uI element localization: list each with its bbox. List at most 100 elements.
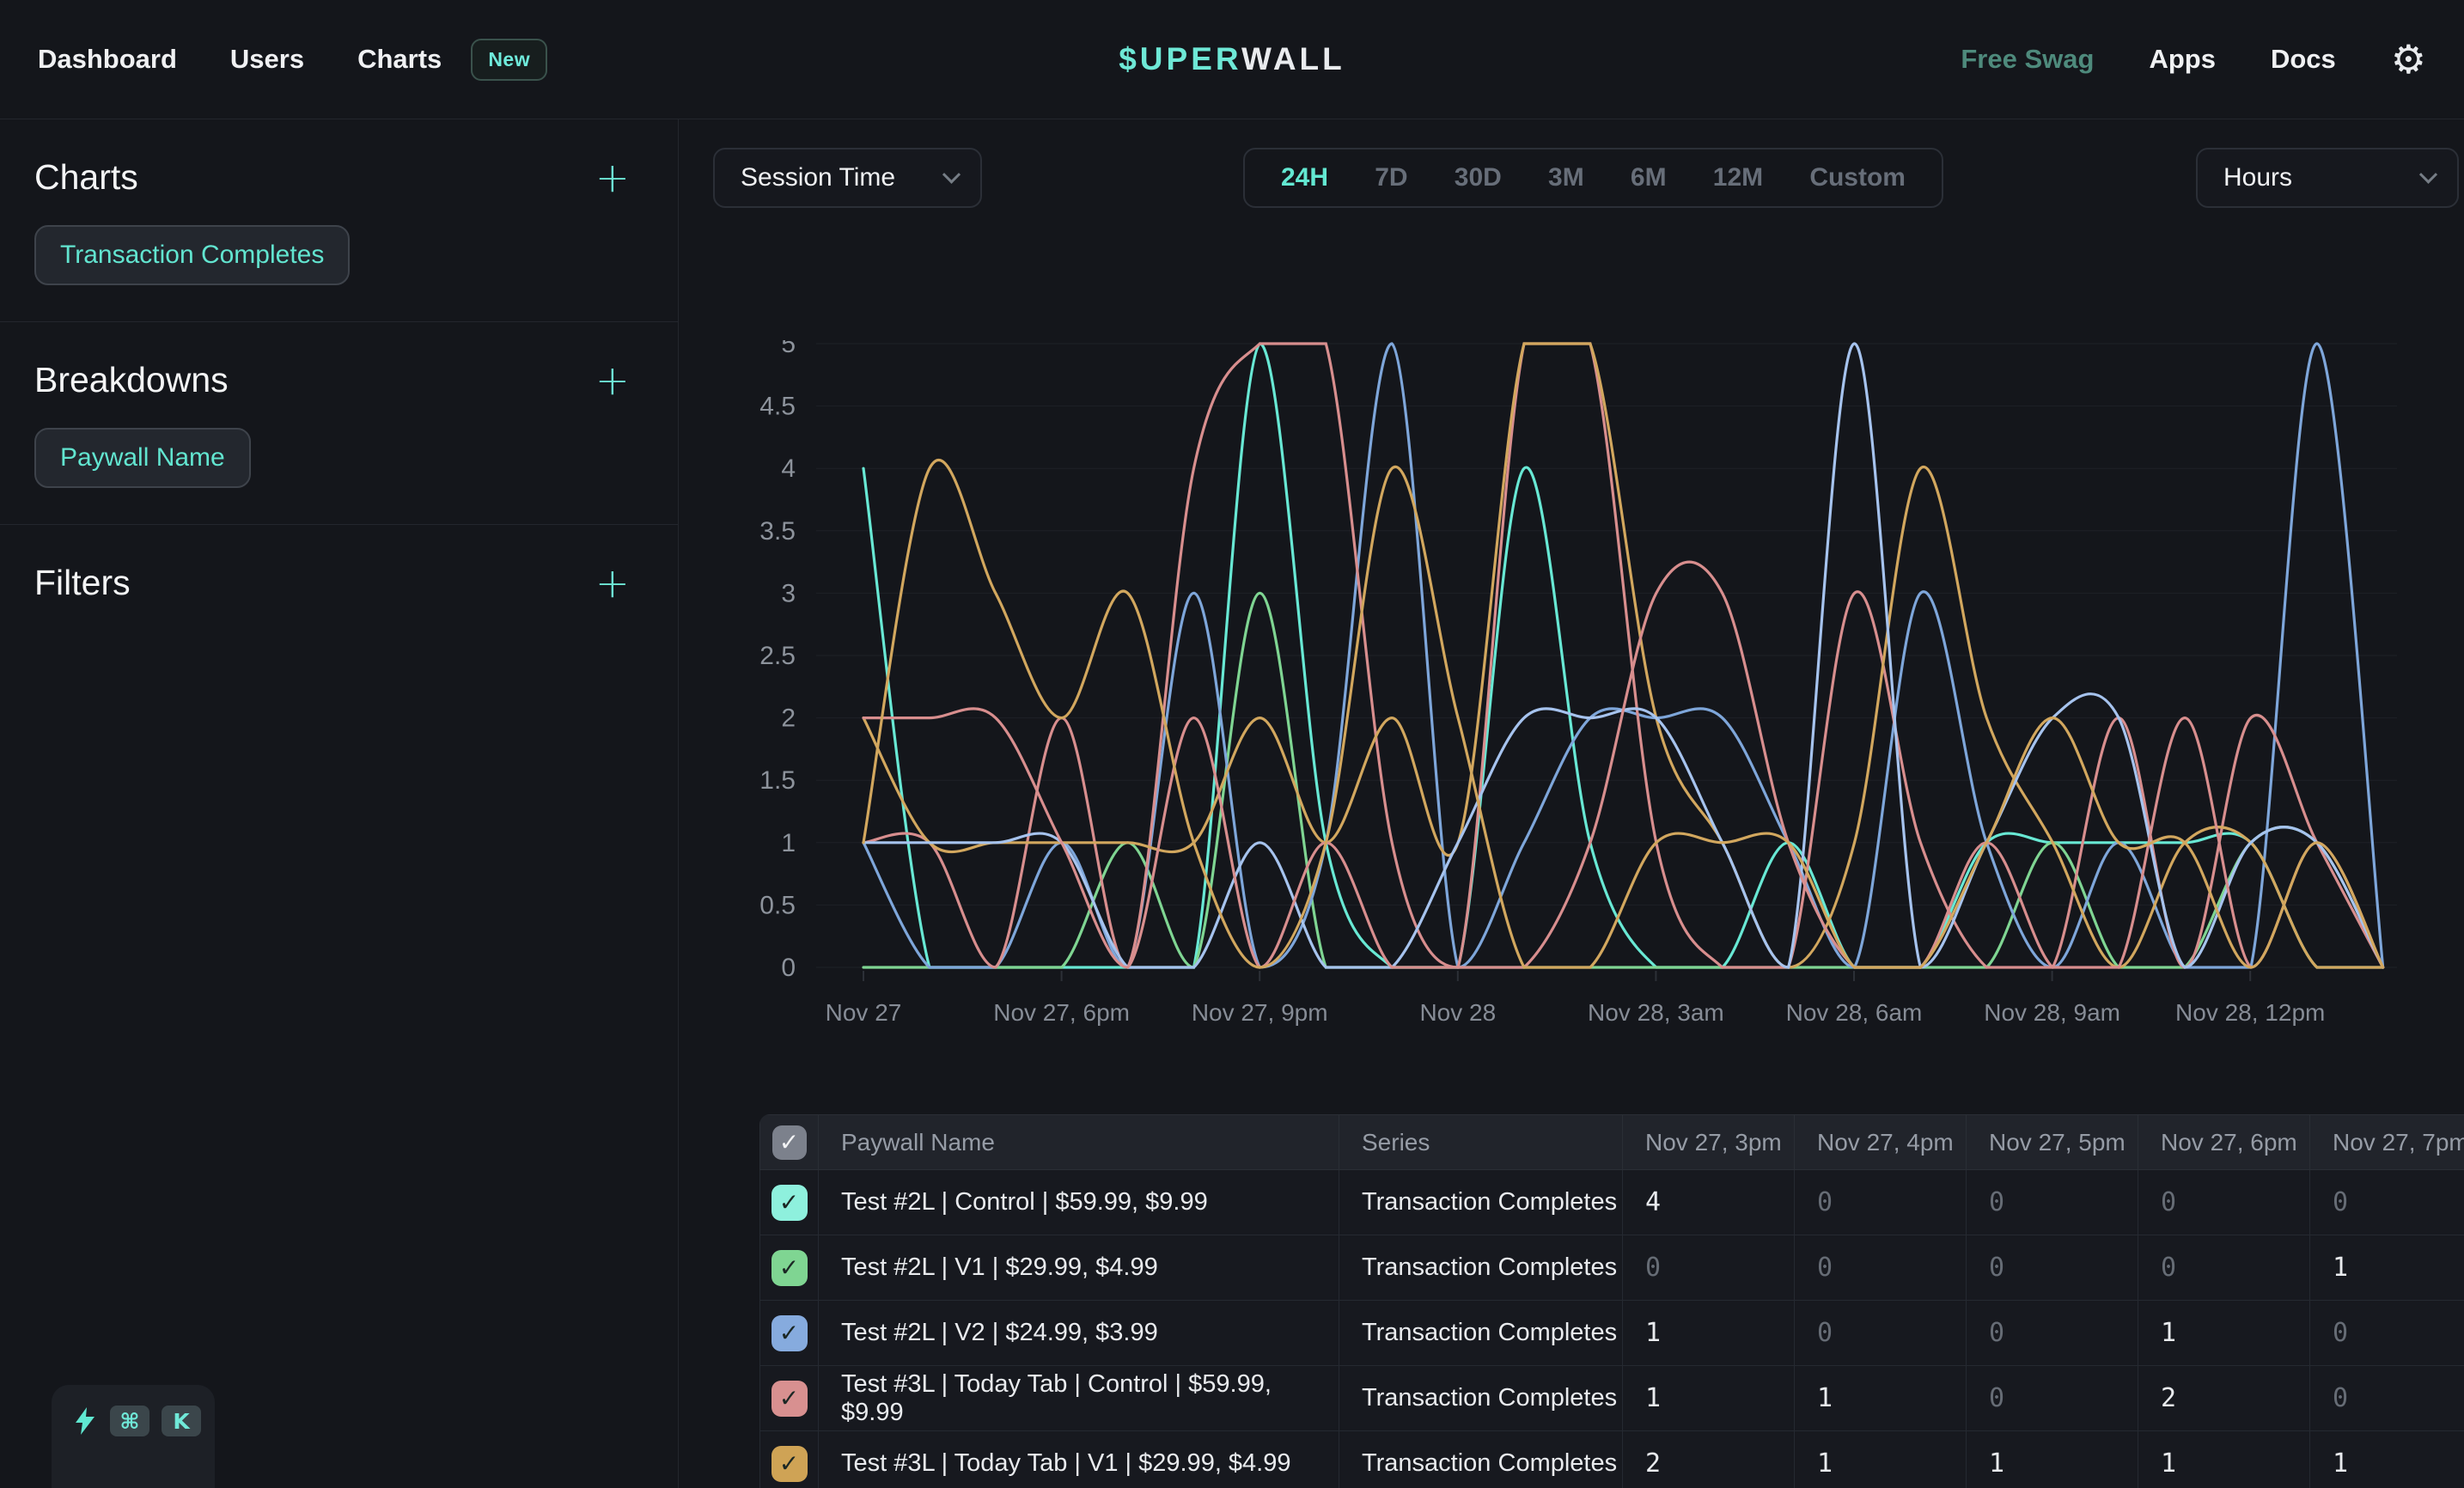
nav-right-group: Free Swag Apps Docs ⚙ xyxy=(1961,40,2426,79)
svg-text:3: 3 xyxy=(781,579,796,607)
series-cell: Transaction Completes xyxy=(1339,1301,1623,1366)
svg-text:1.5: 1.5 xyxy=(759,766,796,795)
nav-item-free-swag[interactable]: Free Swag xyxy=(1961,44,2094,75)
sidebar-section-filters: Filters + xyxy=(0,525,678,641)
paywall-name-cell: Test #2L | V2 | $24.99, $3.99 xyxy=(819,1301,1339,1366)
svg-text:4: 4 xyxy=(781,454,796,483)
value-cell: 0 xyxy=(1967,1366,2138,1431)
nav-item-users[interactable]: Users xyxy=(230,44,304,75)
value-cell: 0 xyxy=(1967,1235,2138,1301)
logo-rest-text: WALL xyxy=(1241,41,1345,76)
svg-text:4.5: 4.5 xyxy=(759,393,796,421)
k-key: K xyxy=(162,1406,201,1436)
row-checkbox[interactable]: ✓ xyxy=(772,1381,808,1417)
tab-7d[interactable]: 7D xyxy=(1375,163,1407,192)
svg-text:Nov 27, 6pm: Nov 27, 6pm xyxy=(993,999,1130,1026)
sidebar-section-breakdowns: Breakdowns + Paywall Name xyxy=(0,322,678,524)
top-nav: Dashboard Users Charts New $UPERWALL Fre… xyxy=(0,0,2464,119)
interval-select[interactable]: Hours xyxy=(2196,148,2459,208)
nav-left-group: Dashboard Users Charts New xyxy=(38,39,547,81)
breakdowns-section-title: Breakdowns xyxy=(34,360,229,400)
svg-text:3.5: 3.5 xyxy=(759,517,796,546)
value-cell: 0 xyxy=(1795,1235,1967,1301)
row-checkbox[interactable]: ✓ xyxy=(772,1315,808,1351)
svg-text:1: 1 xyxy=(781,829,796,857)
value-cell: 0 xyxy=(2310,1170,2464,1235)
value-cell: 0 xyxy=(1623,1235,1795,1301)
chip-transaction-completes[interactable]: Transaction Completes xyxy=(34,225,350,285)
svg-text:Nov 28, 9am: Nov 28, 9am xyxy=(1984,999,2120,1026)
column-header-paywall-name: Paywall Name xyxy=(819,1115,1339,1170)
value-cell: 2 xyxy=(2138,1366,2310,1431)
table-row: ✓ Test #3L | Today Tab | Control | $59.9… xyxy=(760,1366,2464,1431)
new-badge: New xyxy=(471,39,547,81)
series-cell: Transaction Completes xyxy=(1339,1431,1623,1488)
superwall-logo[interactable]: $UPERWALL xyxy=(1119,41,1345,77)
value-cell: 0 xyxy=(2310,1301,2464,1366)
row-checkbox[interactable]: ✓ xyxy=(772,1185,808,1221)
check-icon: ✓ xyxy=(779,1319,799,1347)
column-header-hour: Nov 27, 4pm xyxy=(1795,1115,1967,1170)
filters-section-title: Filters xyxy=(34,563,131,603)
row-checkbox[interactable]: ✓ xyxy=(772,1250,808,1286)
table-row: ✓ Test #3L | Today Tab | V1 | $29.99, $4… xyxy=(760,1431,2464,1488)
svg-text:Nov 27, 9pm: Nov 27, 9pm xyxy=(1192,999,1328,1026)
svg-text:Nov 28: Nov 28 xyxy=(1419,999,1496,1026)
svg-text:2: 2 xyxy=(781,704,796,733)
add-breakdown-button[interactable]: + xyxy=(595,363,630,398)
interval-select-value: Hours xyxy=(2223,163,2292,192)
value-cell: 1 xyxy=(1623,1301,1795,1366)
value-cell: 0 xyxy=(1795,1170,1967,1235)
value-cell: 1 xyxy=(1795,1431,1967,1488)
series-cell: Transaction Completes xyxy=(1339,1170,1623,1235)
paywall-name-cell: Test #2L | Control | $59.99, $9.99 xyxy=(819,1170,1339,1235)
tab-30d[interactable]: 30D xyxy=(1455,163,1502,192)
nav-item-charts[interactable]: Charts xyxy=(357,44,442,75)
tab-3m[interactable]: 3M xyxy=(1548,163,1584,192)
tab-24h[interactable]: 24H xyxy=(1281,163,1328,192)
breakdown-table: ✓ Paywall Name Series Nov 27, 3pm Nov 27… xyxy=(759,1114,2464,1488)
nav-item-apps[interactable]: Apps xyxy=(2149,44,2216,75)
svg-text:Nov 28, 12pm: Nov 28, 12pm xyxy=(2175,999,2325,1026)
value-cell: 1 xyxy=(1623,1366,1795,1431)
table-row: ✓ Test #2L | V1 | $29.99, $4.99 Transact… xyxy=(760,1235,2464,1301)
line-chart: 00.511.522.533.544.55Nov 27Nov 27, 6pmNo… xyxy=(739,340,2397,1040)
value-cell: 0 xyxy=(1967,1301,2138,1366)
value-cell: 1 xyxy=(2138,1431,2310,1488)
charts-section-title: Charts xyxy=(34,157,138,198)
time-range-tabs: 24H 7D 30D 3M 6M 12M Custom xyxy=(1243,148,1943,208)
command-palette-shortcut[interactable]: ⌘ K xyxy=(52,1385,215,1488)
tab-12m[interactable]: 12M xyxy=(1713,163,1763,192)
chip-paywall-name[interactable]: Paywall Name xyxy=(34,428,251,488)
metric-select-value: Session Time xyxy=(741,163,895,192)
paywall-name-cell: Test #3L | Today Tab | Control | $59.99,… xyxy=(819,1366,1339,1431)
value-cell: 0 xyxy=(1967,1170,2138,1235)
value-cell: 0 xyxy=(1795,1301,1967,1366)
sidebar: Charts + Transaction Completes Breakdown… xyxy=(0,119,679,1488)
svg-text:Nov 28, 6am: Nov 28, 6am xyxy=(1786,999,1923,1026)
column-header-hour: Nov 27, 7pm xyxy=(2310,1115,2464,1170)
select-all-checkbox[interactable]: ✓ xyxy=(772,1125,807,1160)
add-filter-button[interactable]: + xyxy=(595,566,630,601)
table-header-row: ✓ Paywall Name Series Nov 27, 3pm Nov 27… xyxy=(760,1115,2464,1170)
value-cell: 0 xyxy=(2138,1170,2310,1235)
column-header-hour: Nov 27, 3pm xyxy=(1623,1115,1795,1170)
nav-item-dashboard[interactable]: Dashboard xyxy=(38,44,177,75)
table-row: ✓ Test #2L | V2 | $24.99, $3.99 Transact… xyxy=(760,1301,2464,1366)
logo-accent-text: $UPER xyxy=(1119,41,1241,76)
metric-select[interactable]: Session Time xyxy=(713,148,982,208)
value-cell: 1 xyxy=(1967,1431,2138,1488)
nav-item-docs[interactable]: Docs xyxy=(2271,44,2336,75)
tab-6m[interactable]: 6M xyxy=(1631,163,1667,192)
column-header-hour: Nov 27, 6pm xyxy=(2138,1115,2310,1170)
value-cell: 1 xyxy=(1795,1366,1967,1431)
tab-custom[interactable]: Custom xyxy=(1809,163,1906,192)
value-cell: 1 xyxy=(2138,1301,2310,1366)
lightning-bolt-icon xyxy=(72,1406,98,1436)
gear-icon[interactable]: ⚙ xyxy=(2391,40,2426,79)
value-cell: 4 xyxy=(1623,1170,1795,1235)
row-checkbox[interactable]: ✓ xyxy=(772,1446,808,1482)
check-icon: ✓ xyxy=(779,1253,799,1282)
add-chart-button[interactable]: + xyxy=(595,161,630,195)
series-cell: Transaction Completes xyxy=(1339,1366,1623,1431)
